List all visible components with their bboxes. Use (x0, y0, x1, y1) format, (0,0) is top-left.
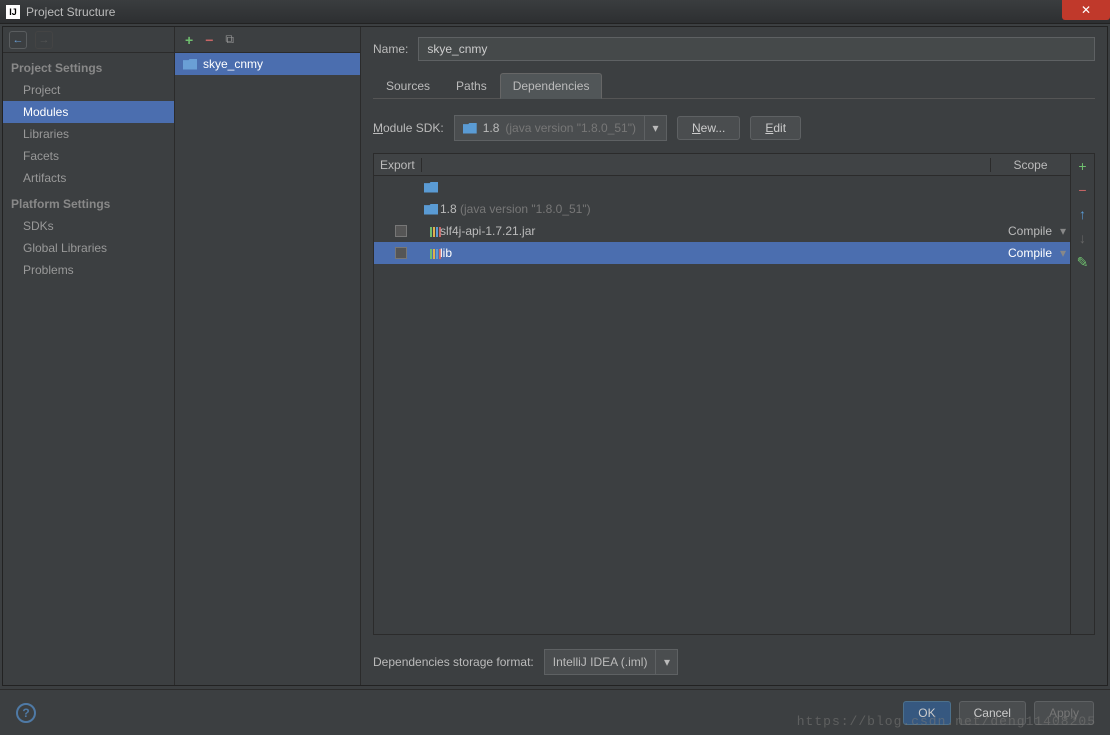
folder-icon (424, 182, 438, 193)
sdk-icon (463, 123, 477, 134)
edit-dependency-button[interactable]: ✎ (1077, 254, 1089, 271)
remove-dependency-button[interactable]: − (1078, 182, 1086, 198)
back-button[interactable]: ← (9, 31, 27, 49)
module-editor: Name: SourcesPathsDependencies Module SD… (361, 27, 1107, 685)
dependency-toolbar: + − ↑ ↓ ✎ (1070, 154, 1094, 634)
scope-dropdown[interactable]: ▾ (1056, 246, 1070, 260)
sidebar-heading: Project Settings (3, 53, 174, 79)
settings-sidebar: ← → Project SettingsProjectModulesLibrar… (3, 27, 175, 685)
sidebar-item-global-libraries[interactable]: Global Libraries (3, 237, 174, 259)
window-title: Project Structure (26, 5, 115, 19)
folder-icon (424, 204, 438, 215)
sidebar-item-sdks[interactable]: SDKs (3, 215, 174, 237)
tab-paths[interactable]: Paths (443, 73, 500, 99)
tab-dependencies[interactable]: Dependencies (500, 73, 603, 99)
remove-module-button[interactable]: − (205, 32, 213, 48)
dependency-name: 1.8 (java version "1.8.0_51") (440, 202, 986, 216)
sdk-value: 1.8 (483, 121, 500, 135)
help-button[interactable]: ? (16, 703, 36, 723)
apply-button[interactable]: Apply (1034, 701, 1094, 725)
sdk-selector[interactable]: 1.8 (java version "1.8.0_51") ▾ (454, 115, 667, 141)
sidebar-item-problems[interactable]: Problems (3, 259, 174, 281)
sidebar-item-libraries[interactable]: Libraries (3, 123, 174, 145)
tab-sources[interactable]: Sources (373, 73, 443, 99)
dialog-footer: ? OK Cancel Apply (0, 689, 1110, 735)
export-column-header: Export (374, 158, 422, 172)
module-tabs: SourcesPathsDependencies (373, 73, 1095, 99)
module-name: skye_cnmy (203, 57, 263, 71)
app-icon: IJ (6, 5, 20, 19)
add-dependency-button[interactable]: + (1078, 158, 1086, 174)
sdk-label: Module SDK: (373, 121, 444, 135)
close-button[interactable]: ✕ (1062, 0, 1110, 20)
library-icon (430, 224, 433, 238)
chevron-down-icon[interactable]: ▾ (655, 650, 677, 674)
chevron-down-icon[interactable]: ▾ (644, 116, 666, 140)
title-bar: IJ Project Structure ✕ (0, 0, 1110, 24)
cancel-button[interactable]: Cancel (959, 701, 1026, 725)
add-module-button[interactable]: + (185, 32, 193, 48)
storage-format-label: Dependencies storage format: (373, 655, 534, 669)
storage-format-value: IntelliJ IDEA (.iml) (553, 655, 648, 669)
name-input[interactable] (418, 37, 1095, 61)
new-sdk-button[interactable]: New... (677, 116, 740, 140)
name-label: Name: (373, 42, 408, 56)
dependency-name: slf4j-api-1.7.21.jar (440, 224, 986, 238)
dependency-scope: Compile (986, 246, 1056, 260)
sidebar-heading: Platform Settings (3, 189, 174, 215)
module-icon (183, 59, 197, 70)
dependency-row[interactable]: 1.8 (java version "1.8.0_51") (374, 198, 1070, 220)
sidebar-item-artifacts[interactable]: Artifacts (3, 167, 174, 189)
move-down-button[interactable]: ↓ (1079, 230, 1086, 246)
sidebar-item-modules[interactable]: Modules (3, 101, 174, 123)
dependency-scope: Compile (986, 224, 1056, 238)
scope-dropdown[interactable]: ▾ (1056, 224, 1070, 238)
ok-button[interactable]: OK (903, 701, 950, 725)
module-list: + − ⧉ skye_cnmy (175, 27, 361, 685)
dependency-row[interactable]: libCompile▾ (374, 242, 1070, 264)
export-checkbox[interactable] (395, 225, 407, 237)
module-item[interactable]: skye_cnmy (175, 53, 360, 75)
scope-column-header: Scope (990, 158, 1070, 172)
move-up-button[interactable]: ↑ (1079, 206, 1086, 222)
dependency-name: lib (440, 246, 986, 260)
export-checkbox[interactable] (395, 247, 407, 259)
dependencies-table: Export Scope 1.8 (java version "1.8.0_51… (374, 154, 1070, 634)
forward-button[interactable]: → (35, 31, 53, 49)
library-icon (430, 246, 433, 260)
dependency-row[interactable] (374, 176, 1070, 198)
storage-format-selector[interactable]: IntelliJ IDEA (.iml) ▾ (544, 649, 679, 675)
sidebar-item-facets[interactable]: Facets (3, 145, 174, 167)
sidebar-item-project[interactable]: Project (3, 79, 174, 101)
edit-sdk-button[interactable]: Edit (750, 116, 801, 140)
sdk-detail: (java version "1.8.0_51") (505, 121, 636, 135)
copy-module-button[interactable]: ⧉ (225, 32, 234, 47)
dependency-row[interactable]: slf4j-api-1.7.21.jarCompile▾ (374, 220, 1070, 242)
